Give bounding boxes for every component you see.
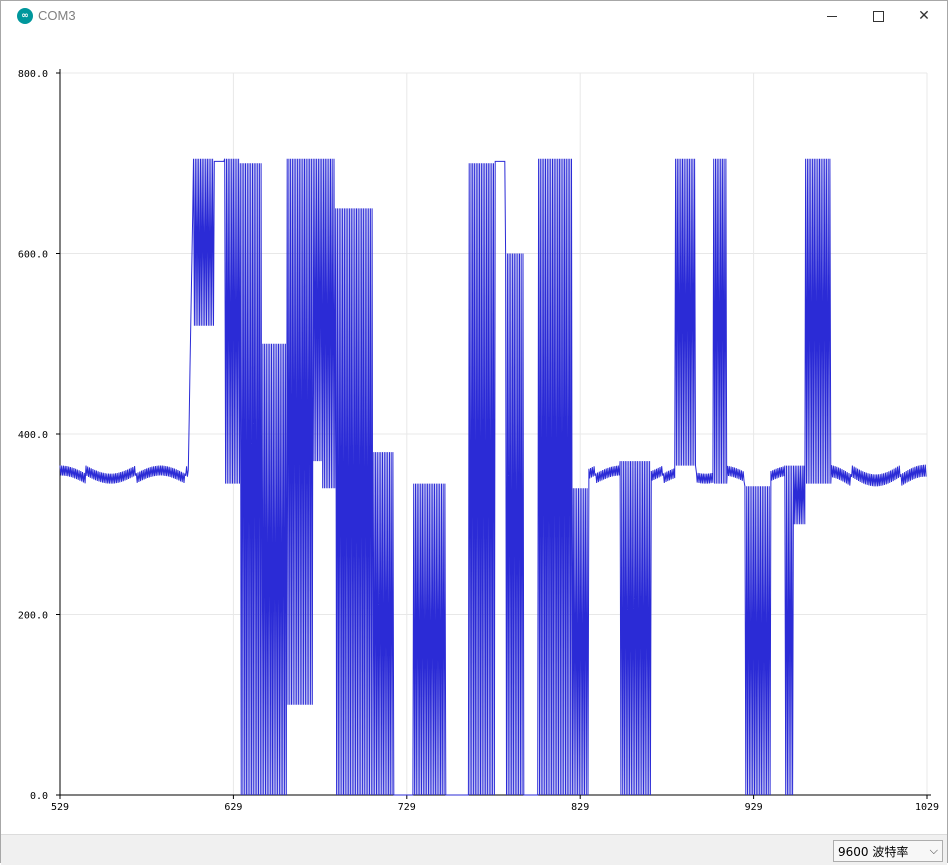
series-line [59,158,927,796]
minimize-icon [827,15,837,17]
x-tick-label: 529 [51,802,69,813]
x-axis-ticks: 529 629 729 829 929 1029 [51,795,939,813]
status-bar: 9600 波特率 ⌵ [1,834,947,865]
x-tick-label: 829 [571,802,589,813]
y-tick-label: 400.0 [18,430,48,441]
plot-area: 0.0 200.0 400.0 600.0 800.0 529 629 729 829 929 1… [1,31,949,834]
line-chart: 0.0 200.0 400.0 600.0 800.0 529 629 729 829 929 1… [18,69,939,813]
arduino-logo-icon: ∞ [17,8,33,24]
baud-rate-select[interactable]: 9600 波特率 ⌵ [833,840,943,862]
y-tick-label: 600.0 [18,250,48,261]
maximize-icon [872,10,884,22]
maximize-button[interactable] [855,1,901,31]
y-tick-label: 0.0 [30,791,48,802]
title-bar[interactable]: ∞ COM3 ✕ [1,1,947,31]
y-axis-ticks: 0.0 200.0 400.0 600.0 800.0 [18,69,60,802]
close-button[interactable]: ✕ [901,1,947,31]
chevron-down-icon: ⌵ [929,844,938,857]
close-icon: ✕ [918,8,930,24]
x-tick-label: 929 [745,802,763,813]
x-tick-label: 729 [398,802,416,813]
window-title: COM3 [38,8,76,23]
series-group [59,158,927,796]
x-tick-label: 1029 [915,802,939,813]
y-tick-label: 800.0 [18,69,48,80]
minimize-button[interactable] [809,1,855,31]
x-tick-label: 629 [224,802,242,813]
serial-plotter-window: ∞ COM3 ✕ 0.0 200.0 400.0 600.0 800.0 529 629 7… [0,0,949,865]
y-tick-label: 200.0 [18,611,48,622]
baud-rate-value: 9600 波特率 [838,844,909,859]
